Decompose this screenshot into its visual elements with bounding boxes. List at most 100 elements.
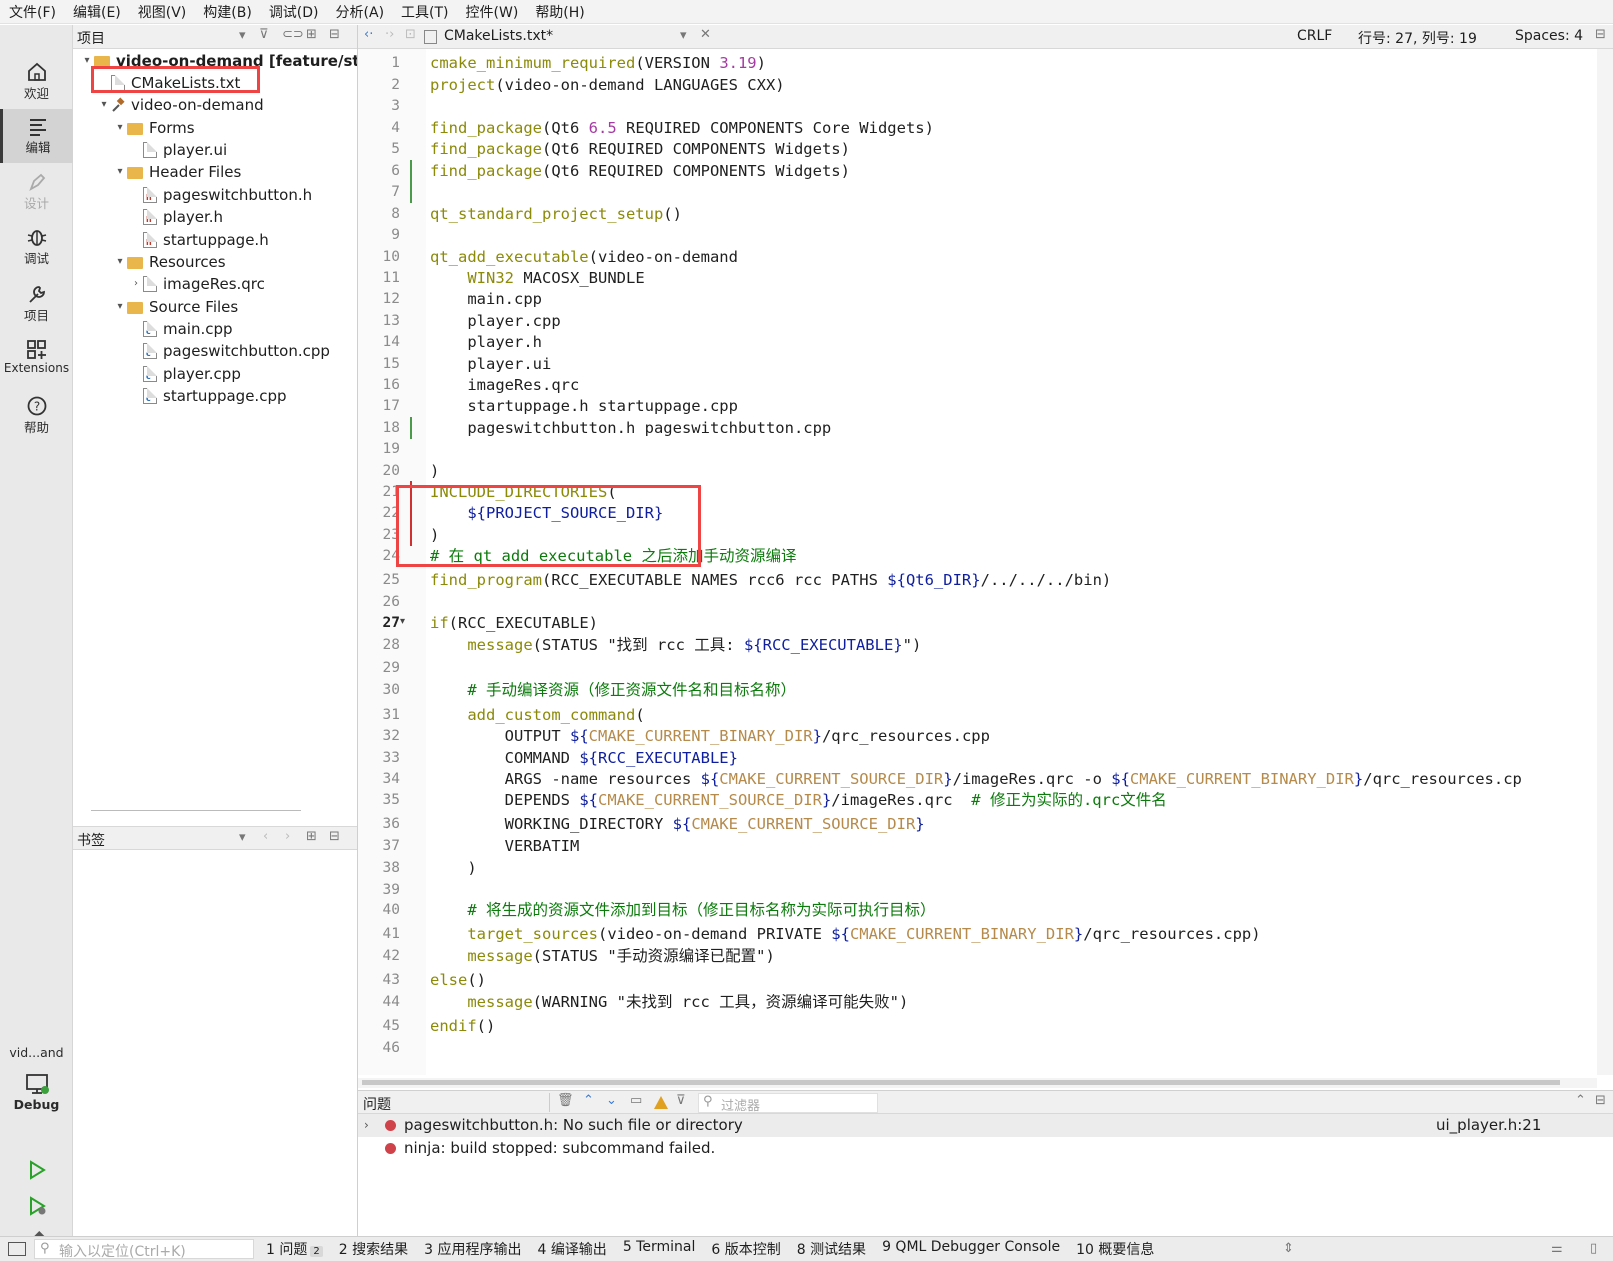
output-pane-tab[interactable]: 2 搜索结果 [339,1239,408,1259]
toggle-output-icon[interactable]: ▯ [1590,1241,1597,1256]
fold-arrow-icon[interactable]: ▾ [400,616,405,627]
code-line[interactable]: WIN32 MACOSX_BUNDLE [430,267,644,289]
bookmarks-split-icon[interactable]: ⊞ [306,829,317,844]
bookmarks-close-icon[interactable]: ⊟ [329,829,340,844]
mode-debug[interactable]: 调试 [0,220,73,274]
code-line[interactable]: endif() [430,1015,495,1037]
code-line[interactable]: target_sources(video-on-demand PRIVATE $… [430,923,1260,945]
code-line[interactable]: qt_add_executable(video-on-demand [430,246,738,268]
output-pane-tab[interactable]: 9 QML Debugger Console [882,1239,1060,1259]
bookmarks-dropdown-icon[interactable]: ▾ [239,830,246,845]
menu-item[interactable]: 调试(D) [269,2,319,22]
maximize-panel-icon[interactable]: ⌃ [1575,1093,1586,1108]
menu-item[interactable]: 帮助(H) [535,2,584,22]
menu-item[interactable]: 视图(V) [138,2,187,22]
code-line[interactable]: imageRes.qrc [430,374,579,396]
mode-design[interactable]: 设计 [0,165,73,219]
close-panel-icon[interactable]: ⊟ [1595,1093,1606,1108]
mode-extensions[interactable]: Extensions [0,333,73,387]
prev-issue-icon[interactable]: ⌃ [583,1093,594,1108]
tree-item[interactable]: player.ui [129,139,227,161]
menu-item[interactable]: 工具(T) [401,2,448,22]
horizontal-scrollbar-thumb[interactable] [362,1080,1560,1085]
code-line[interactable]: qt_standard_project_setup() [430,203,682,225]
tree-item[interactable]: ▾ Header Files [113,161,241,183]
menu-item[interactable]: 文件(F) [9,2,56,22]
code-line[interactable]: # 手动编译资源（修正资源文件名和目标名称） [430,679,796,701]
code-line[interactable]: ) [430,857,476,879]
toggle-sidebar-icon[interactable] [8,1242,26,1256]
menu-item[interactable]: 分析(A) [336,2,385,22]
issues-filter-icon[interactable]: ⊽ [676,1093,686,1108]
code-line[interactable]: pageswitchbutton.h pageswitchbutton.cpp [430,417,831,439]
prev-bookmark-icon[interactable]: ‹ [263,829,268,844]
code-line[interactable]: startuppage.h startuppage.cpp [430,395,738,417]
code-line[interactable]: find_package(Qt6 6.5 REQUIRED COMPONENTS… [430,117,934,139]
code-line[interactable]: add_custom_command( [430,704,644,726]
vertical-scrollbar[interactable] [1597,49,1613,1075]
locator-input[interactable]: ⚲ 输入以定位(Ctrl+K) [34,1239,254,1260]
output-pane-tab[interactable]: 6 版本控制 [711,1239,780,1259]
bookmarks-title[interactable]: 书签 [77,830,105,850]
view-dropdown-icon[interactable]: ▾ [239,28,246,43]
forward-icon[interactable]: ·› [385,27,394,42]
issue-location[interactable]: ui_player.h:21 [1436,1114,1541,1137]
mode-welcome[interactable]: 欢迎 [0,55,73,107]
code-line[interactable]: WORKING_DIRECTORY ${CMAKE_CURRENT_SOURCE… [430,813,925,835]
issues-filter-input[interactable]: ⚲ 过滤器 [698,1093,878,1114]
tree-item[interactable]: c startuppage.cpp [129,385,287,407]
tree-item[interactable]: c player.cpp [129,363,241,385]
cursor-position[interactable]: 行号: 27, 列号: 19 [1358,28,1477,48]
debug-run-button[interactable] [0,1195,73,1225]
tree-item[interactable]: ▾ Source Files [113,296,238,318]
clear-icon[interactable]: 🗑 [557,1093,574,1108]
link-icon[interactable]: ⊂⊃ [282,27,304,42]
tree-item[interactable]: h pageswitchbutton.h [129,184,312,206]
tree-item[interactable]: ▾ Forms [113,117,194,139]
expand-arrow-icon[interactable]: ▾ [97,94,111,116]
warning-filter-icon[interactable] [654,1096,668,1109]
code-line[interactable]: message(WARNING "未找到 rcc 工具，资源编译可能失败") [430,991,908,1013]
tree-item[interactable]: › imageRes.qrc [129,273,265,295]
open-folder-icon[interactable]: ▭ [630,1093,642,1108]
output-pane-tab[interactable]: 8 测试结果 [797,1239,866,1259]
tree-item[interactable]: h player.h [129,206,223,228]
split-icon[interactable]: ⊞ [306,27,317,42]
output-pane-tab[interactable]: 10 概要信息 [1076,1239,1154,1259]
code-line[interactable]: find_package(Qt6 REQUIRED COMPONENTS Wid… [430,138,850,160]
code-line[interactable]: # 将生成的资源文件添加到目标（修正目标名称为实际可执行目标） [430,899,935,921]
code-line[interactable]: VERBATIM [430,835,580,857]
code-line[interactable]: find_package(Qt6 REQUIRED COMPONENTS Wid… [430,160,850,182]
code-line[interactable]: player.ui [430,353,551,375]
code-line[interactable]: if(RCC_EXECUTABLE) [430,612,598,634]
output-pane-tab[interactable]: 3 应用程序输出 [424,1239,521,1259]
menu-item[interactable]: 编辑(E) [73,2,121,22]
output-pane-tab[interactable]: 4 编译输出 [537,1239,606,1259]
close-pane-icon[interactable]: ⊟ [329,27,340,42]
code-line[interactable]: ) [430,460,439,482]
next-issue-icon[interactable]: ⌄ [606,1093,617,1108]
progress-icon[interactable]: ⚌ [1551,1241,1563,1256]
kit-selector[interactable]: Debug [0,1069,73,1129]
line-ending-indicator[interactable]: CRLF [1297,28,1332,44]
mode-projects[interactable]: 项目 [0,277,73,331]
code-line[interactable]: project(video-on-demand LANGUAGES CXX) [430,74,785,96]
code-line[interactable]: cmake_minimum_required(VERSION 3.19) [430,52,766,74]
run-button[interactable] [0,1159,73,1189]
indent-setting[interactable]: Spaces: 4 [1515,28,1583,44]
code-line[interactable]: message(STATUS "找到 rcc 工具: ${RCC_EXECUTA… [430,634,921,656]
filter-icon[interactable]: ⊽ [259,27,269,42]
expand-arrow-icon[interactable]: ▾ [113,117,127,139]
code-line[interactable]: main.cpp [430,288,542,310]
project-panel-title[interactable]: 项目 [77,28,105,48]
mode-help[interactable]: ? 帮助 [0,389,73,443]
tree-item[interactable]: ▾ video-on-demand [97,94,263,116]
tree-item[interactable]: h startuppage.h [129,229,269,251]
next-bookmark-icon[interactable]: › [285,829,290,844]
expand-arrow-icon[interactable]: ▾ [113,251,127,273]
close-document-icon[interactable]: ✕ [700,27,711,42]
menu-item[interactable]: 控件(W) [466,2,519,22]
tree-item[interactable]: ▾ Resources [113,251,225,273]
menu-item[interactable]: 构建(B) [203,2,252,22]
more-panes-icon[interactable]: ⇕ [1283,1241,1294,1256]
